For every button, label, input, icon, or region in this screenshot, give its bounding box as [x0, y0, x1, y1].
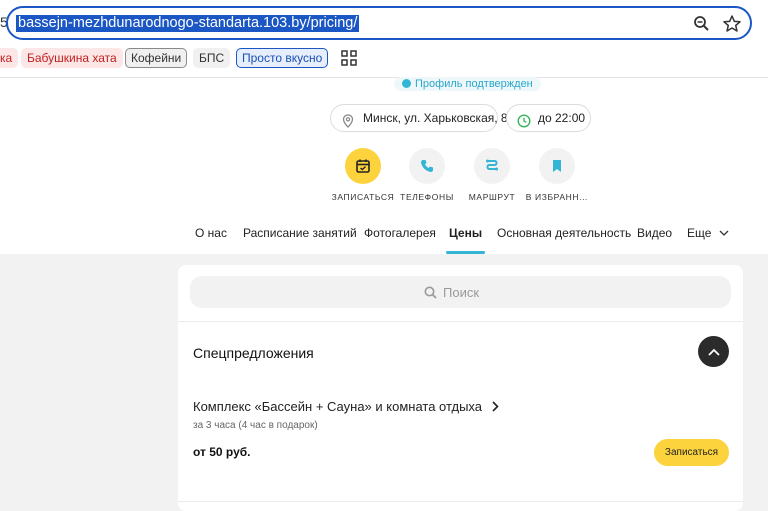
prices-card: Поиск Спецпредложения Комплекс «Бассейн …	[178, 265, 743, 511]
search-icon	[424, 286, 437, 299]
route-action[interactable]: МАРШРУТ	[459, 148, 525, 202]
book-button[interactable]: Записаться	[654, 439, 729, 466]
offer-link[interactable]: Комплекс «Бассейн + Сауна» и комната отд…	[193, 399, 499, 414]
address-text: Минск, ул. Харьковская, 8	[363, 111, 508, 125]
bookmark-chip[interactable]: БПС	[193, 48, 231, 68]
action-label: В ИЗБРАНН…	[525, 192, 589, 202]
offer-subtitle: за 3 часа (4 час в подарок)	[193, 420, 318, 431]
section-tabs: О нас Расписание занятий Фотогалерея Цен…	[186, 221, 746, 254]
divider	[178, 321, 743, 322]
collapse-button[interactable]	[698, 336, 729, 367]
chevron-down-icon	[719, 230, 729, 236]
zoom-icon[interactable]	[692, 14, 712, 34]
star-icon[interactable]	[722, 14, 742, 34]
verified-badge: Профиль подтвержден	[394, 77, 541, 91]
chevron-up-icon	[707, 348, 720, 356]
tab-gallery[interactable]: Фотогалерея	[364, 226, 436, 253]
bookmark-chip[interactable]: Кофейни	[125, 48, 188, 68]
bookmark-icon	[539, 148, 575, 184]
action-label: ЗАПИСАТЬСЯ	[331, 192, 395, 202]
location-pin-icon	[341, 111, 355, 128]
favorite-action[interactable]: В ИЗБРАНН…	[524, 148, 590, 202]
clock-icon	[517, 111, 531, 128]
check-icon	[402, 79, 411, 88]
tab-more[interactable]: Еще	[687, 226, 729, 253]
search-placeholder: Поиск	[443, 285, 480, 300]
tab-about[interactable]: О нас	[195, 226, 227, 253]
apps-grid-icon[interactable]	[341, 50, 357, 66]
phones-action[interactable]: ТЕЛЕФОНЫ	[394, 148, 460, 202]
address-bar[interactable]: bassejn-mezhdunarodnogo-standarta.103.by…	[6, 6, 752, 40]
tab-activity[interactable]: Основная деятельность	[497, 226, 631, 253]
bookmark-chip[interactable]: Бабушкина хата	[21, 48, 123, 68]
calendar-icon	[345, 148, 381, 184]
action-buttons: ЗАПИСАТЬСЯ ТЕЛЕФОНЫ МАРШРУТ В ИЗБРАНН…	[330, 148, 600, 208]
phone-icon	[409, 148, 445, 184]
bookmark-chip[interactable]: Просто вкусно	[236, 48, 329, 68]
tab-more-label: Еще	[687, 226, 712, 240]
bookmark-chip[interactable]: ка	[0, 48, 19, 68]
address-pill[interactable]: Минск, ул. Харьковская, 8	[330, 104, 508, 132]
tab-video[interactable]: Видео	[637, 226, 672, 253]
hours-text: до 22:00	[538, 111, 586, 125]
browser-chrome: 5 bassejn-mezhdunarodnogo-standarta.103.…	[0, 0, 768, 78]
offer-price: от 50 руб.	[193, 445, 251, 459]
book-action[interactable]: ЗАПИСАТЬСЯ	[330, 148, 396, 202]
offer-title: Комплекс «Бассейн + Сауна» и комната отд…	[193, 399, 483, 414]
action-label: МАРШРУТ	[468, 192, 516, 202]
search-input[interactable]: Поиск	[190, 276, 731, 308]
profile-header: Профиль подтвержден Минск, ул. Харьковск…	[0, 77, 768, 254]
tab-prices[interactable]: Цены	[445, 226, 486, 254]
verified-text: Профиль подтвержден	[415, 78, 533, 90]
bookmarks-bar: ка Бабушкина хата Кофейни БПС Просто вку…	[0, 48, 768, 70]
action-label: ТЕЛЕФОНЫ	[400, 192, 454, 202]
chevron-right-icon	[492, 401, 499, 412]
route-icon	[474, 148, 510, 184]
divider	[178, 501, 743, 502]
section-title: Спецпредложения	[193, 345, 314, 361]
url-text[interactable]: bassejn-mezhdunarodnogo-standarta.103.by…	[16, 15, 360, 32]
tab-schedule[interactable]: Расписание занятий	[243, 226, 357, 253]
content-area: Поиск Спецпредложения Комплекс «Бассейн …	[0, 254, 768, 511]
hours-pill[interactable]: до 22:00	[506, 104, 591, 132]
